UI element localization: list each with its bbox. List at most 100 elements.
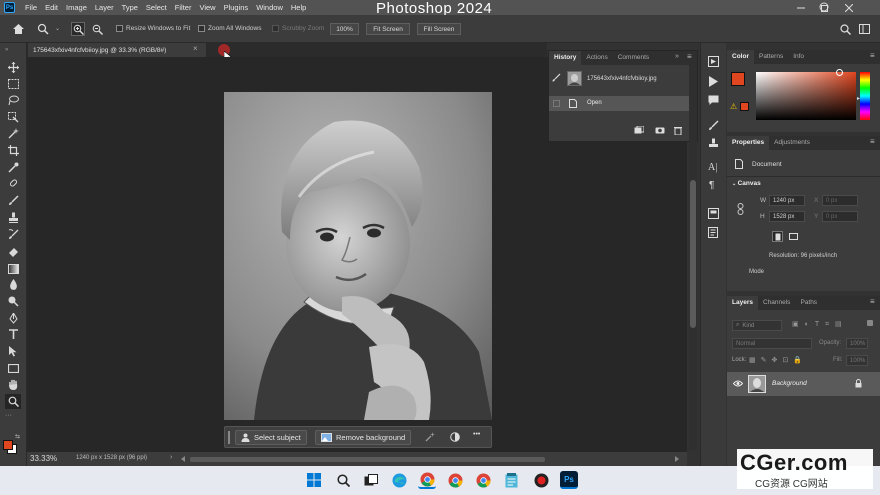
out-of-gamut-warning-icon[interactable]: ⚠ [730,102,737,111]
close-tab-icon[interactable]: × [193,44,198,53]
color-panel-menu-icon[interactable]: ≡ [870,51,875,60]
canvas-section-header[interactable]: ⌄ Canvas [732,180,761,187]
actions-panel-icon[interactable] [708,76,719,87]
eraser-tool-icon[interactable] [5,244,21,259]
zoom-percent-field[interactable]: 100% [330,23,359,35]
layer-filter-icons[interactable]: ▣◐T⌗▤ [792,320,848,329]
document-photo[interactable] [224,92,492,420]
tab-layers[interactable]: Layers [727,296,758,310]
marquee-tool-icon[interactable] [5,76,21,91]
horizontal-scrollbar[interactable] [190,457,545,462]
menu-image[interactable]: Image [62,0,91,15]
minimize-button[interactable] [790,0,812,15]
notepad-icon[interactable] [502,471,520,489]
home-icon[interactable] [11,22,25,36]
menu-file[interactable]: File [21,0,41,15]
magic-wand-tool-icon[interactable] [5,126,21,141]
opacity-field[interactable]: 100% [846,338,868,349]
hue-slider-marker[interactable]: ▸ [857,95,860,102]
rectangle-tool-icon[interactable] [5,361,21,376]
pen-tool-icon[interactable] [5,311,21,326]
notes-panel-icon[interactable] [708,227,718,238]
tab-properties[interactable]: Properties [727,136,770,150]
comments-panel-icon[interactable] [708,95,719,106]
chrome-icon-3[interactable] [474,471,492,489]
tab-paths[interactable]: Paths [795,296,822,310]
color-panel-foreground[interactable] [731,72,745,86]
link-dimensions-icon[interactable] [737,203,744,215]
path-selection-tool-icon[interactable] [5,344,21,359]
fit-screen-button[interactable]: Fit Screen [366,23,410,35]
record-app-icon[interactable] [532,471,550,489]
color-saturation-field[interactable] [756,72,856,120]
zoom-tool-icon[interactable] [5,394,21,409]
filter-toggle[interactable] [867,320,873,326]
menu-help[interactable]: Help [287,0,310,15]
snapshot-thumbnail[interactable] [567,71,582,86]
scrubby-zoom-checkbox[interactable]: Scrubby Zoom [272,25,324,32]
menu-window[interactable]: Window [252,0,287,15]
foreground-color-swatch[interactable] [3,440,13,450]
history-brush-tool-icon[interactable] [5,227,21,242]
workspace-icon[interactable] [857,22,871,36]
camera-snapshot-icon[interactable] [655,126,665,134]
more-tools-icon[interactable]: ··· [5,412,12,419]
type-tool-icon[interactable] [5,327,21,342]
menu-filter[interactable]: Filter [171,0,196,15]
windows-start-icon[interactable] [305,471,323,489]
gradient-tool-icon[interactable] [5,261,21,276]
task-view-icon[interactable] [362,471,380,489]
libraries-panel-icon[interactable] [708,208,719,219]
lock-icons[interactable]: ▦✎✥⊡🔒 [749,356,807,364]
remove-background-button[interactable]: Remove background [315,430,412,445]
scroll-left-icon[interactable] [180,456,188,462]
chrome-icon-2[interactable] [446,471,464,489]
lasso-tool-icon[interactable] [5,93,21,108]
drag-handle[interactable] [228,431,230,444]
tab-patterns[interactable]: Patterns [754,50,788,64]
zoom-in-icon[interactable] [71,22,85,36]
status-menu-arrow[interactable]: › [170,454,172,461]
share-icon[interactable] [817,0,831,14]
brush-settings-icon[interactable] [708,120,719,131]
history-brush-source-icon[interactable] [552,73,561,82]
tab-color[interactable]: Color [727,50,754,64]
canvas-x-field[interactable]: 0 px [822,195,858,206]
layer-row[interactable]: Background [727,372,880,396]
chevron-down-icon[interactable]: ⌄ [55,25,60,32]
properties-panel-menu-icon[interactable]: ≡ [870,137,875,146]
tab-adjustments[interactable]: Adjustments [769,136,815,150]
canvas-height-field[interactable]: 1528 px [769,211,805,222]
chrome-icon-1[interactable] [418,471,436,489]
select-subject-button[interactable]: Select subject [235,430,307,445]
edge-browser-icon[interactable] [390,471,408,489]
new-document-from-state-icon[interactable] [634,126,644,134]
dodge-tool-icon[interactable] [5,294,21,309]
blur-tool-icon[interactable] [5,277,21,292]
generative-fill-icon[interactable] [425,432,435,442]
color-panel-background[interactable] [740,102,749,111]
collapse-panel-icon[interactable]: » [675,53,679,60]
history-panel-icon[interactable] [708,56,719,67]
tab-info[interactable]: Info [788,50,809,64]
portrait-orientation-button[interactable] [772,231,783,242]
taskbar-search-icon[interactable] [334,471,352,489]
snapshot-name[interactable]: 175643xfxiv4nfcfvbiioy.jpg [587,76,657,82]
menu-view[interactable]: View [195,0,219,15]
menu-layer[interactable]: Layer [91,0,118,15]
paragraph-panel-icon[interactable]: ¶ [709,180,714,191]
trash-icon[interactable] [674,126,682,135]
menu-edit[interactable]: Edit [41,0,62,15]
eye-visibility-icon[interactable] [733,380,743,387]
move-tool-icon[interactable] [5,60,21,75]
adjustment-icon[interactable] [450,432,460,442]
eyedropper-tool-icon[interactable] [5,160,21,175]
canvas-width-field[interactable]: 1240 px [769,195,805,206]
close-window-button[interactable] [838,0,860,15]
character-panel-icon[interactable]: A| [708,162,717,173]
hand-tool-icon[interactable] [5,377,21,392]
document-tab[interactable]: 175643xfxiv4nfcfvbiioy.jpg @ 33.3% (RGB/… [28,43,206,57]
tab-history[interactable]: History [549,51,582,65]
clone-stamp-tool-icon[interactable] [5,210,21,225]
vertical-scroll-thumb[interactable] [690,180,696,328]
